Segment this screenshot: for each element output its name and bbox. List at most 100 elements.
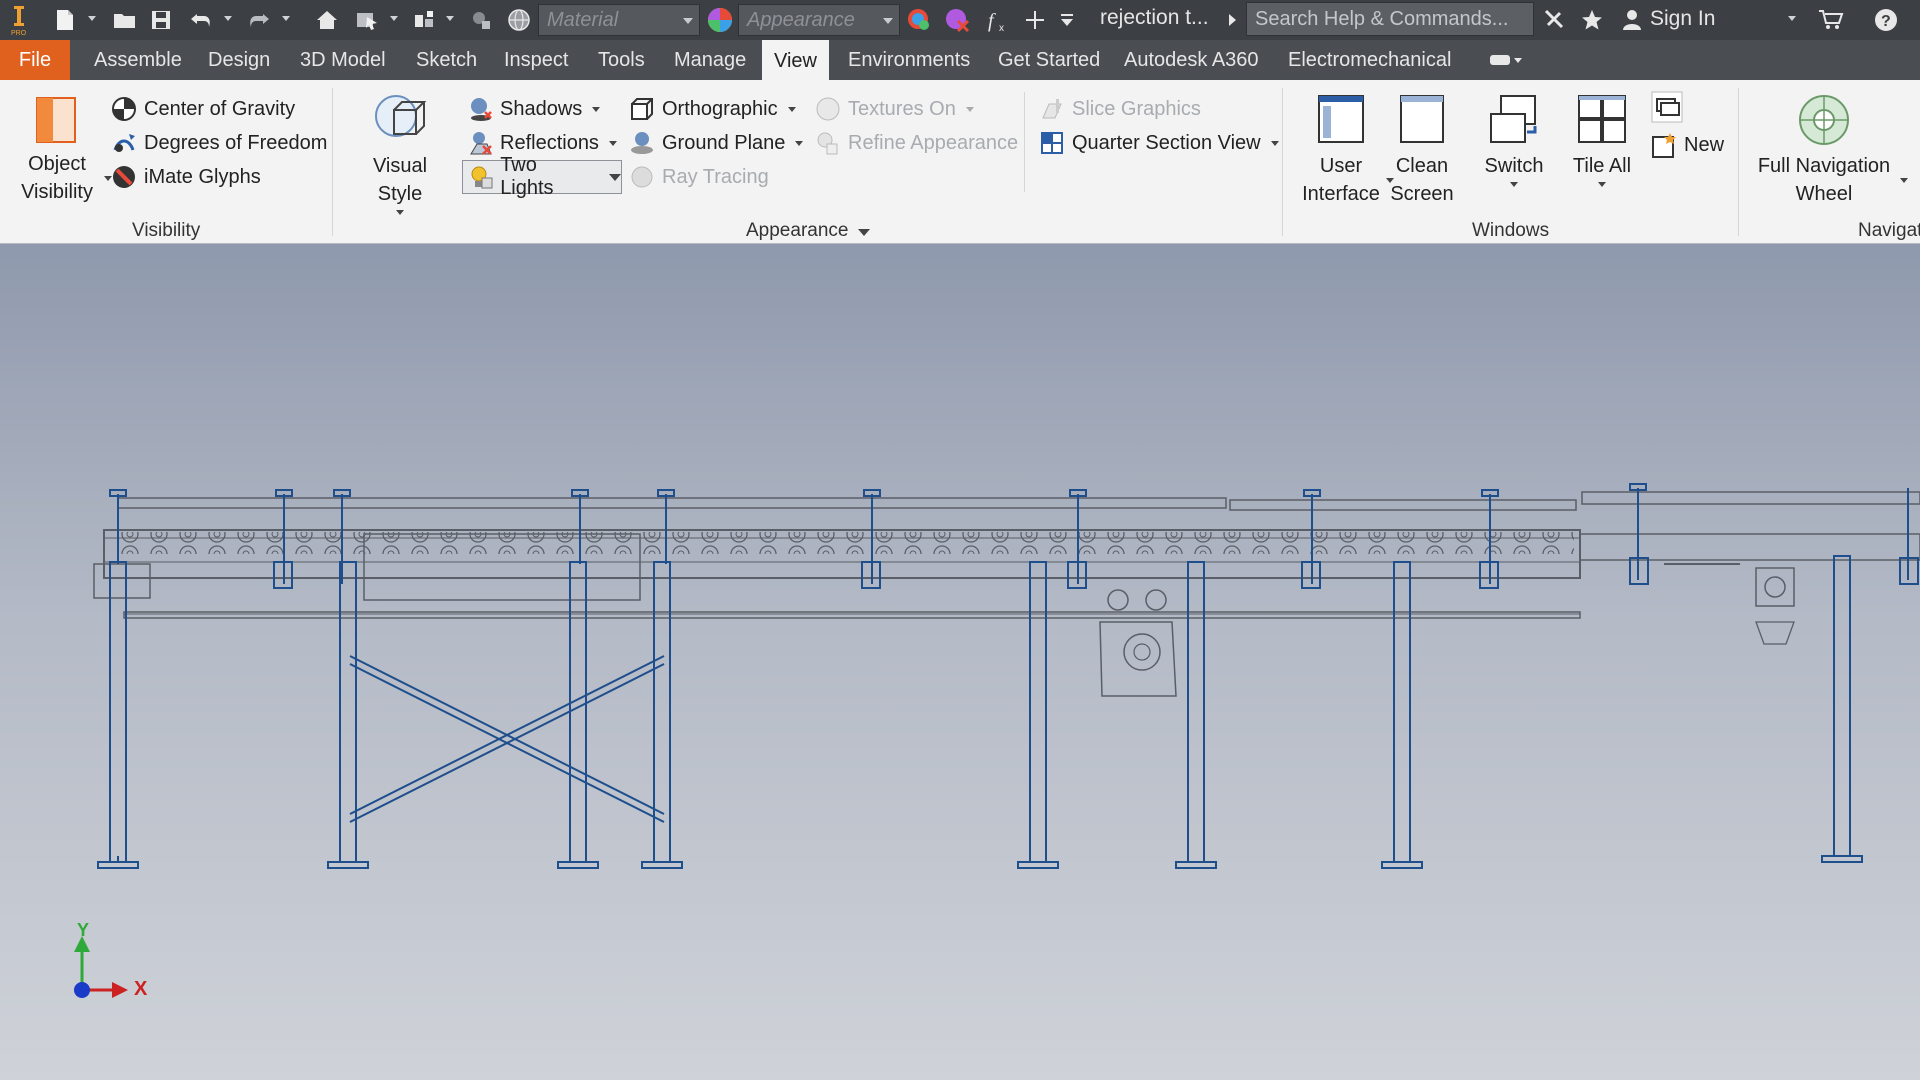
textures-on-button[interactable]: Textures On — [814, 92, 974, 126]
color-wheel-icon[interactable] — [704, 4, 736, 36]
search-help-input[interactable]: Search Help & Commands... — [1246, 2, 1534, 36]
ribbon-panel: Object Visibility Center of Gravity Degr… — [0, 80, 1920, 244]
favorites-star-icon[interactable] — [1578, 4, 1606, 36]
textures-dropdown-icon[interactable] — [965, 106, 974, 112]
lighting-style-combo[interactable]: Two Lights — [462, 154, 622, 199]
object-visibility-button[interactable]: Object Visibility — [16, 94, 98, 206]
globe-icon[interactable] — [504, 4, 534, 36]
graphics-viewport[interactable] — [0, 244, 1920, 1080]
shadows-dropdown-icon[interactable] — [592, 106, 601, 112]
sign-in-link[interactable]: Sign In — [1650, 7, 1715, 31]
quarter-section-icon — [1041, 132, 1063, 154]
expand-title-icon[interactable] — [1224, 4, 1240, 36]
save-icon[interactable] — [146, 4, 176, 36]
visual-style-icon — [375, 95, 427, 137]
select-priority-icon[interactable] — [352, 4, 382, 36]
appearance-combo[interactable]: Appearance — [738, 4, 900, 36]
appearance-panel-title[interactable]: Appearance — [746, 220, 871, 242]
tab-3d-model[interactable]: 3D Model — [288, 40, 398, 80]
ground-plane-button[interactable]: Ground Plane — [628, 126, 804, 160]
open-folder-icon[interactable] — [110, 4, 140, 36]
undo-dropdown-icon[interactable] — [224, 16, 232, 21]
cart-icon[interactable] — [1816, 4, 1846, 36]
svg-text:f: f — [988, 10, 996, 32]
tab-file[interactable]: File — [0, 40, 70, 80]
degrees-of-freedom-button[interactable]: Degrees of Freedom — [110, 126, 327, 160]
appearance-panel-expand-icon[interactable] — [858, 229, 871, 236]
full-navigation-wheel-label-1: Full Navigation — [1757, 155, 1891, 177]
navigation-wheel-dropdown-icon[interactable] — [1900, 178, 1908, 183]
tab-view[interactable]: View — [762, 40, 829, 82]
lighting-dropdown-icon[interactable] — [609, 173, 621, 181]
center-of-gravity-icon — [112, 97, 136, 121]
shadows-button[interactable]: Shadows — [466, 92, 601, 126]
shadows-label: Shadows — [500, 97, 583, 120]
orthographic-button[interactable]: Orthographic — [628, 92, 796, 126]
tab-manage[interactable]: Manage — [662, 40, 758, 80]
tab-environments[interactable]: Environments — [836, 40, 982, 80]
visual-style-button[interactable]: Visual Style — [350, 92, 450, 215]
redo-icon[interactable] — [244, 4, 274, 36]
navigation-wheel-icon — [1799, 95, 1849, 145]
new-dropdown-icon[interactable] — [88, 16, 96, 21]
new-file-icon[interactable] — [50, 4, 80, 36]
update-dropdown-icon[interactable] — [446, 16, 454, 21]
add-icon[interactable] — [1020, 4, 1050, 36]
measure-icon[interactable] — [466, 4, 496, 36]
ground-plane-dropdown-icon[interactable] — [795, 140, 804, 146]
ray-tracing-button[interactable]: Ray Tracing — [628, 160, 769, 194]
tab-inspect[interactable]: Inspect — [492, 40, 580, 80]
tile-all-dropdown-icon[interactable] — [1598, 182, 1606, 187]
conveyor-assembly-model[interactable] — [0, 244, 1920, 1080]
ribbon-display-options-icon[interactable] — [1488, 52, 1524, 73]
conveyor-legs — [97, 483, 1919, 869]
switch-button[interactable]: Switch — [1478, 92, 1550, 187]
center-of-gravity-button[interactable]: Center of Gravity — [110, 92, 295, 126]
help-icon[interactable]: ? — [1870, 4, 1902, 36]
switch-dropdown-icon[interactable] — [1510, 182, 1518, 187]
slice-graphics-button[interactable]: Slice Graphics — [1038, 92, 1201, 126]
function-icon[interactable]: fx — [984, 4, 1014, 36]
communication-center-icon[interactable] — [1540, 4, 1568, 36]
tab-get-started[interactable]: Get Started — [986, 40, 1112, 80]
user-interface-button[interactable]: User Interface — [1300, 92, 1382, 208]
material-combo[interactable]: Material — [538, 4, 700, 36]
cascade-windows-icon[interactable] — [1650, 90, 1684, 129]
quarter-section-view-button[interactable]: Quarter Section View — [1038, 126, 1279, 160]
new-window-button[interactable]: New — [1650, 128, 1724, 162]
clean-screen-button[interactable]: Clean Screen — [1390, 92, 1454, 208]
switch-windows-icon — [1490, 95, 1537, 143]
home-icon[interactable] — [312, 4, 342, 36]
update-icon[interactable] — [410, 4, 440, 36]
material-combo-text: Material — [547, 8, 619, 31]
switch-label: Switch — [1484, 155, 1544, 177]
object-visibility-label-2: Visibility — [21, 181, 93, 203]
slice-graphics-icon — [1042, 99, 1062, 119]
imate-glyphs-button[interactable]: iMate Glyphs — [110, 160, 261, 194]
tab-electromechanical[interactable]: Electromechanical — [1276, 40, 1463, 80]
quarter-section-dropdown-icon[interactable] — [1270, 140, 1279, 146]
tab-assemble[interactable]: Assemble — [82, 40, 194, 80]
user-icon[interactable] — [1618, 4, 1646, 36]
sign-in-dropdown-icon[interactable] — [1788, 16, 1796, 21]
undo-icon[interactable] — [186, 4, 216, 36]
tab-design[interactable]: Design — [196, 40, 282, 80]
tab-tools[interactable]: Tools — [586, 40, 657, 80]
reflections-dropdown-icon[interactable] — [608, 140, 617, 146]
imate-glyphs-label: iMate Glyphs — [144, 165, 261, 188]
app-logo-icon[interactable]: PRO — [6, 4, 32, 37]
visual-style-dropdown-icon[interactable] — [396, 210, 404, 215]
full-navigation-wheel-button[interactable]: Full Navigation Wheel — [1752, 92, 1896, 208]
tab-autodesk-a360[interactable]: Autodesk A360 — [1112, 40, 1271, 80]
refine-appearance-button[interactable]: Refine Appearance — [814, 126, 1018, 160]
customize-qat-icon[interactable] — [1056, 4, 1078, 36]
tile-all-button[interactable]: Tile All — [1566, 92, 1638, 187]
redo-dropdown-icon[interactable] — [282, 16, 290, 21]
degrees-of-freedom-label: Degrees of Freedom — [144, 131, 328, 154]
quick-access-toolbar: PRO Material Appearance f x rejection t.… — [0, 0, 1920, 40]
tab-sketch[interactable]: Sketch — [404, 40, 489, 80]
clear-appearance-icon[interactable] — [942, 4, 972, 36]
adjust-appearance-icon[interactable] — [904, 4, 934, 36]
select-dropdown-icon[interactable] — [390, 16, 398, 21]
orthographic-dropdown-icon[interactable] — [787, 106, 796, 112]
